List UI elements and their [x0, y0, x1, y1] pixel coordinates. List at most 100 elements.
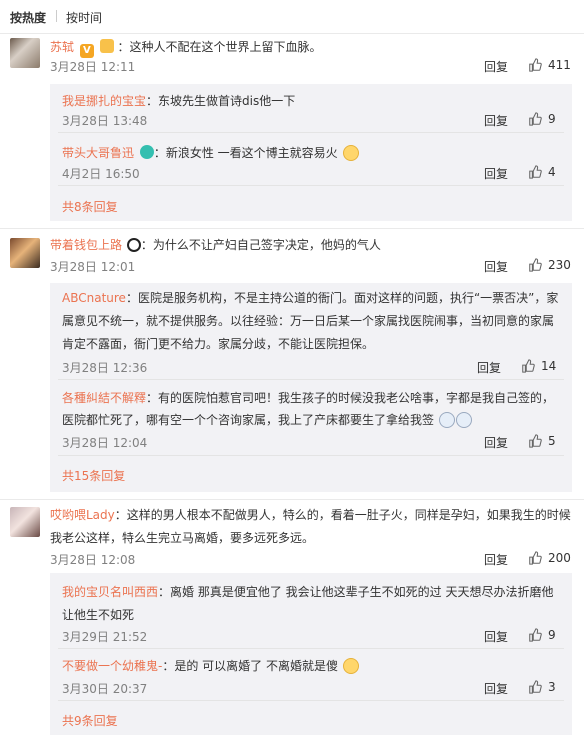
- reply-button[interactable]: 回复: [484, 258, 508, 275]
- replies-box: ABCnature：医院是服务机构，不是主持公道的衙门。面对这样的问题，执行“一…: [50, 283, 572, 492]
- comment-username[interactable]: 苏轼: [50, 40, 74, 54]
- sort-separator: [56, 10, 57, 22]
- reply-line: 我是挪扎的宝宝：东坡先生做首诗dis他一下: [62, 92, 295, 109]
- like-button[interactable]: 411: [528, 58, 571, 72]
- reply-text: ：离婚 那真是便宜他了 我会让他这辈子生不如死的过 天天想尽办法折磨他: [158, 585, 554, 599]
- reply-button[interactable]: 回复: [484, 165, 508, 182]
- like-count: 14: [541, 359, 557, 373]
- smile-emoji-icon: [342, 658, 359, 674]
- reply-text: ：是的 可以离婚了 不离婚就是傻: [162, 659, 338, 673]
- reply-divider: [58, 700, 564, 701]
- reply-timestamp: 3月28日 12:04: [62, 436, 148, 450]
- comment-text-line: 我老公这样，特么生完立马离婚，要多远死多远。: [50, 531, 315, 545]
- reply-line: 带头大哥鲁迅 ：新浪女性 一看这个博主就容易火: [62, 144, 359, 161]
- sort-bar: 按热度 按时间: [0, 0, 584, 34]
- thumbs-up-icon: [529, 434, 542, 448]
- like-count: 5: [548, 434, 556, 448]
- reply-button[interactable]: 回复: [484, 58, 508, 75]
- reply-button[interactable]: 回复: [484, 628, 508, 645]
- thumbs-up-icon: [529, 551, 542, 565]
- like-count: 9: [548, 112, 556, 126]
- like-button[interactable]: 9: [528, 628, 556, 642]
- reply-text-line: 属意见不统一，就不提供服务。以往经验：万一日后某一个家属找医院闹事，当初同意的家…: [62, 314, 555, 328]
- camera-badge-icon: [139, 145, 154, 159]
- reply-divider: [58, 132, 564, 133]
- crown-badge-icon: [99, 39, 114, 53]
- crying-emoji-icon: [438, 412, 455, 428]
- thumbs-up-icon: [522, 359, 535, 373]
- reply-line: ABCnature：医院是服务机构，不是主持公道的衙门。面对这样的问题，执行“一…: [62, 289, 558, 306]
- reply-button[interactable]: 回复: [484, 680, 508, 697]
- panda-emoji-icon: [126, 238, 141, 252]
- thumbs-up-icon: [529, 628, 542, 642]
- comment-username[interactable]: 带着钱包上路: [50, 238, 122, 252]
- like-count: 411: [548, 58, 571, 72]
- reply-line: 我的宝贝名叫西西：离婚 那真是便宜他了 我会让他这辈子生不如死的过 天天想尽办法…: [62, 583, 553, 600]
- thumbs-up-icon: [529, 58, 542, 72]
- reply-divider: [58, 455, 564, 456]
- comment-timestamp: 3月28日 12:01: [50, 260, 136, 274]
- like-count: 4: [548, 165, 556, 179]
- like-button[interactable]: 9: [528, 112, 556, 126]
- comment-line: 带着钱包上路 ：为什么不让产妇自己签字决定，他妈的气人: [50, 236, 381, 253]
- avatar[interactable]: [10, 38, 40, 68]
- reply-text: ：新浪女性 一看这个博主就容易火: [153, 146, 338, 160]
- thumbs-up-icon: [529, 258, 542, 272]
- reply-username[interactable]: 不要做一个幼稚鬼-: [62, 659, 162, 673]
- comment-line: 哎哟喂Lady：这样的男人根本不配做男人，特么的，看着一肚子火，同样是孕妇，如果…: [50, 506, 571, 523]
- thumbs-up-icon: [529, 112, 542, 126]
- comment-text: ：为什么不让产妇自己签字决定，他妈的气人: [140, 238, 381, 252]
- reply-button[interactable]: 回复: [477, 359, 501, 376]
- reply-timestamp: 3月28日 13:48: [62, 114, 148, 128]
- reply-divider: [58, 648, 564, 649]
- reply-button[interactable]: 回复: [484, 112, 508, 129]
- reply-timestamp: 3月30日 20:37: [62, 682, 148, 696]
- more-replies-link[interactable]: 共15条回复: [62, 467, 125, 484]
- smile-emoji-icon: [342, 145, 359, 161]
- avatar[interactable]: [10, 507, 40, 537]
- reply-line: 不要做一个幼稚鬼-：是的 可以离婚了 不离婚就是傻: [62, 657, 359, 674]
- like-button[interactable]: 200: [528, 551, 571, 565]
- like-count: 9: [548, 628, 556, 642]
- reply-text-line: 肯定不露面，衙门更不给力。家属分歧，不能让医院担保。: [62, 337, 375, 351]
- avatar[interactable]: [10, 238, 40, 268]
- comment-divider: [0, 499, 584, 500]
- reply-line: 各種糾結不解釋：有的医院怕惹官司吧！我生孩子的时候没我老公啥事，字都是我自己签的…: [62, 389, 554, 406]
- replies-box: 我是挪扎的宝宝：东坡先生做首诗dis他一下 3月28日 13:48 回复 9 带…: [50, 84, 572, 221]
- reply-text-line: 让他生不如死: [62, 608, 135, 622]
- comment-divider: [0, 228, 584, 229]
- sort-by-hot-tab[interactable]: 按热度: [10, 9, 46, 26]
- reply-button[interactable]: 回复: [484, 551, 508, 568]
- thumbs-up-icon: [529, 165, 542, 179]
- like-button[interactable]: 14: [521, 359, 556, 373]
- thumbs-up-icon: [529, 680, 542, 694]
- reply-text: 医院都忙死了，哪有空一个个咨询家属，我上了产床都要生了拿给我签: [62, 413, 435, 427]
- comment-text: ：这样的男人根本不配做男人，特么的，看着一肚子火，同样是孕妇，如果我生的时候: [114, 508, 571, 522]
- like-count: 200: [548, 551, 571, 565]
- more-replies-link[interactable]: 共8条回复: [62, 198, 118, 215]
- reply-button[interactable]: 回复: [484, 434, 508, 451]
- reply-username[interactable]: ABCnature: [62, 291, 126, 305]
- like-button[interactable]: 4: [528, 165, 556, 179]
- comment-username[interactable]: 哎哟喂Lady: [50, 508, 115, 522]
- reply-username[interactable]: 我是挪扎的宝宝: [62, 94, 146, 108]
- like-count: 230: [548, 258, 571, 272]
- reply-text-line: 医院都忙死了，哪有空一个个咨询家属，我上了产床都要生了拿给我签: [62, 411, 472, 428]
- more-replies-link[interactable]: 共9条回复: [62, 712, 118, 729]
- reply-text: ：有的医院怕惹官司吧！我生孩子的时候没我老公啥事，字都是我自己签的，: [146, 391, 555, 405]
- comment-text: ：这种人不配在这个世界上留下血脉。: [117, 40, 322, 54]
- replies-box: 我的宝贝名叫西西：离婚 那真是便宜他了 我会让他这辈子生不如死的过 天天想尽办法…: [50, 573, 572, 735]
- reply-timestamp: 3月29日 21:52: [62, 630, 148, 644]
- like-button[interactable]: 3: [528, 680, 556, 694]
- reply-username[interactable]: 带头大哥鲁迅: [62, 146, 134, 160]
- reply-username[interactable]: 各種糾結不解釋: [62, 391, 146, 405]
- reply-divider: [58, 185, 564, 186]
- reply-timestamp: 3月28日 12:36: [62, 361, 148, 375]
- verified-badge-icon: V: [79, 44, 94, 58]
- reply-divider: [58, 379, 564, 380]
- like-button[interactable]: 5: [528, 434, 556, 448]
- sort-by-time-tab[interactable]: 按时间: [66, 9, 102, 26]
- reply-username[interactable]: 我的宝贝名叫西西: [62, 585, 158, 599]
- reply-text: ：医院是服务机构，不是主持公道的衙门。面对这样的问题，执行“一票否决”，家: [125, 291, 559, 305]
- like-button[interactable]: 230: [528, 258, 571, 272]
